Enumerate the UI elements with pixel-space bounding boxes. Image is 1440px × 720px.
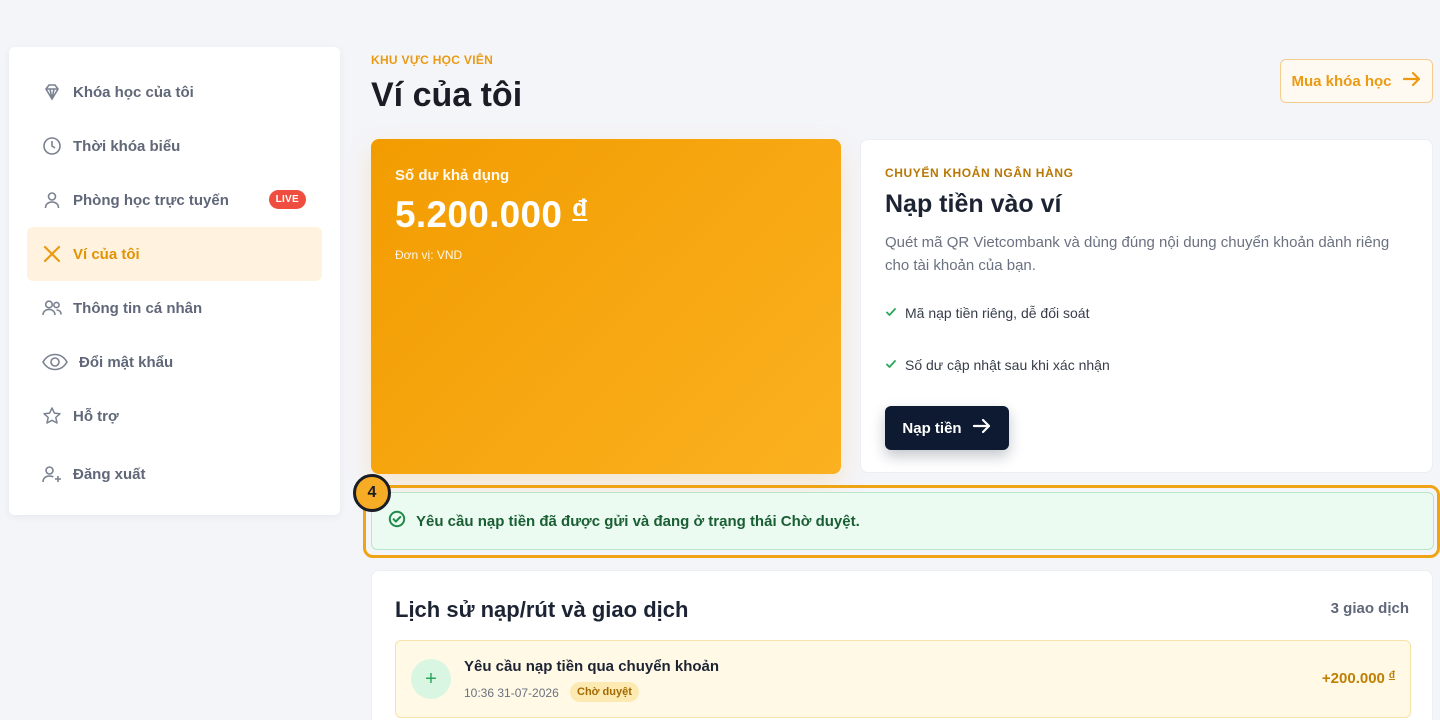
deposit-button-label: Nạp tiền <box>902 419 962 437</box>
feature-label: Mã nạp tiền riêng, dễ đối soát <box>905 305 1090 321</box>
sidebar-item-label: Khóa học của tôi <box>73 83 194 101</box>
check-circle-icon <box>388 510 406 533</box>
feature-item: Số dư cập nhật sau khi xác nhận <box>885 357 1110 373</box>
buy-course-label: Mua khóa học <box>1291 72 1392 90</box>
sidebar-item-wallet[interactable]: Ví của tôi <box>27 227 322 281</box>
sidebar-item-logout[interactable]: Đăng xuất <box>27 447 322 501</box>
success-alert: Yêu cầu nạp tiền đã được gửi và đang ở t… <box>371 492 1434 550</box>
transaction-time: 10:36 31-07-2026 <box>464 686 559 700</box>
diamond-icon <box>41 81 63 103</box>
balance-card: Số dư khả dụng 5.200.000 đ Đơn vị: VND <box>371 139 841 474</box>
close-x-icon <box>41 243 63 265</box>
page-title: Ví của tôi <box>371 76 523 114</box>
balance-amount: 5.200.000 đ <box>395 194 817 236</box>
deposit-eyebrow: CHUYỂN KHOẢN NGÂN HÀNG <box>885 166 1074 180</box>
sidebar-item-label: Đăng xuất <box>73 465 146 483</box>
feature-item: Mã nạp tiền riêng, dễ đối soát <box>885 305 1089 321</box>
transaction-currency: đ <box>1388 670 1395 681</box>
sidebar-item-change-password[interactable]: Đổi mật khẩu <box>27 335 322 389</box>
arrow-right-icon <box>1402 71 1422 92</box>
sidebar-item-label: Phòng học trực tuyến <box>73 191 229 209</box>
user-icon <box>41 189 63 211</box>
sidebar-item-label: Thông tin cá nhân <box>73 299 203 317</box>
sidebar-item-profile[interactable]: Thông tin cá nhân <box>27 281 322 335</box>
transaction-amount-value: +200.000 <box>1321 670 1385 687</box>
sidebar-item-label: Hỗ trợ <box>73 407 119 425</box>
deposit-description: Quét mã QR Vietcombank và dùng đúng nội … <box>885 234 1390 274</box>
transaction-history: Lịch sử nạp/rút và giao dịch 3 giao dịch… <box>371 570 1433 720</box>
feature-label: Số dư cập nhật sau khi xác nhận <box>905 357 1110 373</box>
history-count: 3 giao dịch <box>1330 600 1409 617</box>
status-badge: Chờ duyệt <box>570 682 639 702</box>
sidebar-item-online-class[interactable]: Phòng học trực tuyến LIVE <box>27 173 322 227</box>
sidebar-item-label: Thời khóa biểu <box>73 137 181 155</box>
users-icon <box>41 297 63 319</box>
deposit-button[interactable]: Nạp tiền <box>885 406 1009 450</box>
sidebar-item-label: Ví của tôi <box>73 245 140 263</box>
balance-value: 5.200.000 <box>395 194 563 235</box>
balance-unit: Đơn vị: VND <box>395 248 463 262</box>
live-badge: LIVE <box>268 190 306 209</box>
transaction-row[interactable]: + Yêu cầu nạp tiền qua chuyển khoản 10:3… <box>395 640 1411 718</box>
buy-course-button[interactable]: Mua khóa học <box>1280 59 1433 103</box>
plus-icon: + <box>411 659 451 699</box>
section-eyebrow: KHU VỰC HỌC VIÊN <box>371 53 494 67</box>
eye-icon <box>41 351 69 373</box>
balance-currency: đ <box>572 195 588 222</box>
sidebar-item-support[interactable]: Hỗ trợ <box>27 389 322 443</box>
balance-label: Số dư khả dụng <box>395 167 510 184</box>
deposit-card: CHUYỂN KHOẢN NGÂN HÀNG Nạp tiền vào ví Q… <box>860 139 1433 473</box>
arrow-right-icon <box>972 418 992 439</box>
sidebar: Khóa học của tôi Thời khóa biểu Phòng họ… <box>9 47 340 515</box>
check-icon <box>885 357 897 373</box>
clock-icon <box>41 135 63 157</box>
user-plus-icon <box>41 463 63 485</box>
sidebar-item-my-courses[interactable]: Khóa học của tôi <box>27 65 322 119</box>
star-icon <box>41 405 63 427</box>
transaction-amount: +200.000 đ <box>1322 670 1395 687</box>
sidebar-item-schedule[interactable]: Thời khóa biểu <box>27 119 322 173</box>
step-badge: 4 <box>353 474 391 512</box>
history-title: Lịch sử nạp/rút và giao dịch <box>395 597 689 622</box>
check-icon <box>885 305 897 321</box>
alert-message: Yêu cầu nạp tiền đã được gửi và đang ở t… <box>416 512 860 530</box>
sidebar-item-label: Đổi mật khẩu <box>79 353 174 371</box>
deposit-title: Nạp tiền vào ví <box>885 190 1062 218</box>
transaction-title: Yêu cầu nạp tiền qua chuyển khoản <box>464 658 720 675</box>
